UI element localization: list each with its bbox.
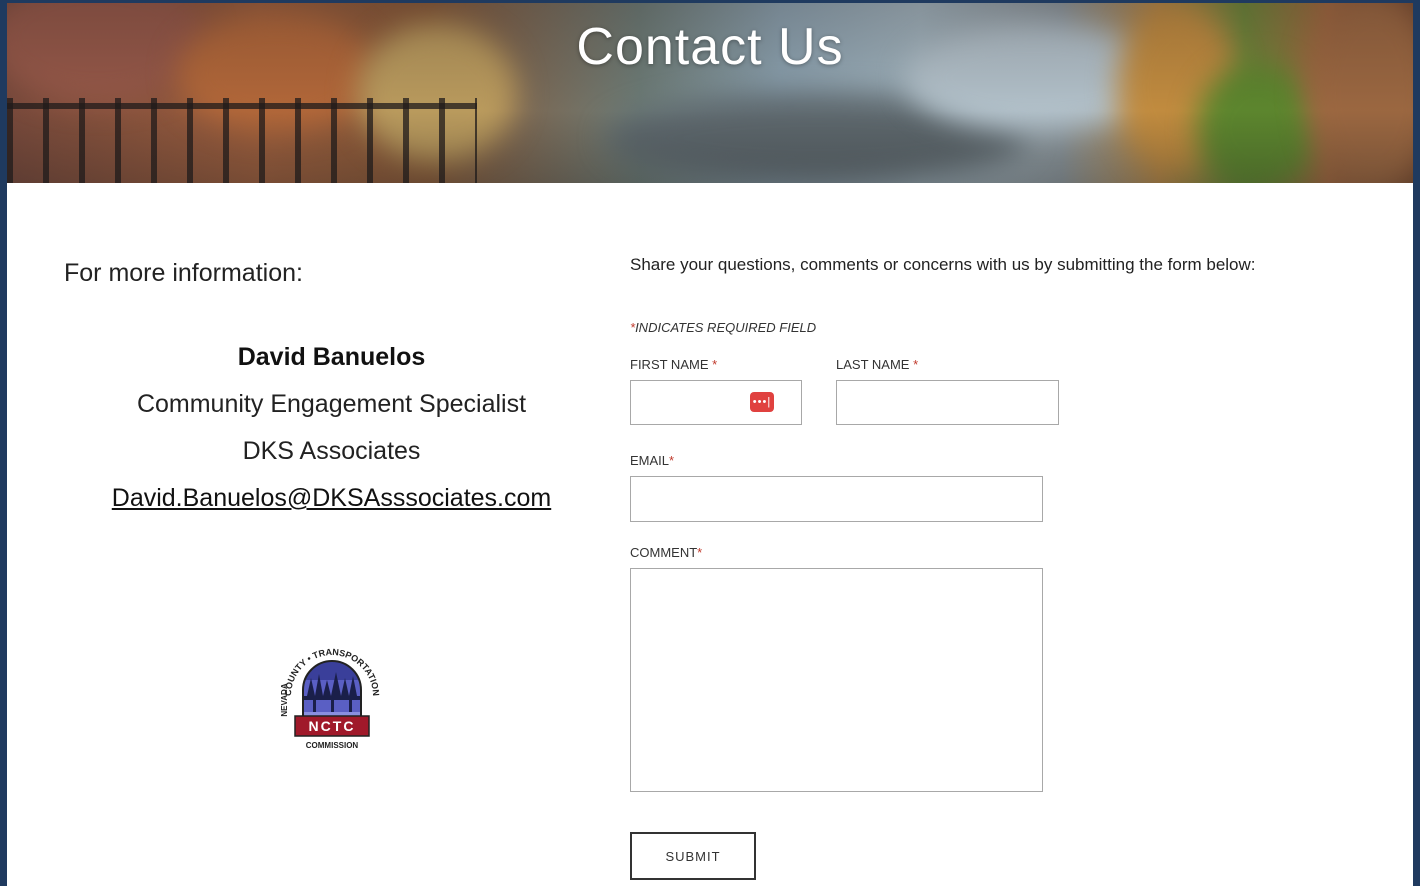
contact-info-column: For more information: David Banuelos Com…	[64, 253, 599, 512]
comment-textarea[interactable]	[631, 569, 1042, 791]
first-name-label: FIRST NAME *	[630, 357, 717, 372]
submit-button[interactable]: SUBMIT	[630, 832, 756, 880]
last-name-label: LAST NAME *	[836, 357, 918, 372]
nctc-logo: COUNTY • TRANSPORTATION NEVADA NCTC COMM…	[280, 647, 381, 750]
first-name-field[interactable]: •••|	[630, 380, 802, 425]
email-field[interactable]	[630, 476, 1043, 522]
required-star: *	[913, 357, 919, 372]
email-label: EMAIL*	[630, 453, 674, 468]
required-star: *	[712, 357, 718, 372]
first-name-input[interactable]	[631, 381, 801, 424]
comment-label-text: COMMENT	[630, 545, 698, 560]
email-label-text: EMAIL	[630, 453, 670, 468]
contact-role: Community Engagement Specialist	[136, 390, 527, 418]
required-star: *	[697, 545, 703, 560]
logo-badge-text: NCTC	[309, 718, 356, 734]
required-note: *INDICATES REQUIRED FIELD	[630, 320, 816, 335]
more-info-heading: For more information:	[64, 259, 303, 287]
email-input[interactable]	[631, 477, 1042, 521]
last-name-field[interactable]	[836, 380, 1059, 425]
comment-field[interactable]	[630, 568, 1043, 792]
logo-left-text: NEVADA	[280, 683, 289, 716]
logo-bottom-text: COMMISSION	[306, 741, 359, 750]
form-intro: Share your questions, comments or concer…	[630, 255, 1256, 274]
comment-label: COMMENT*	[630, 545, 702, 560]
contact-name: David Banuelos	[237, 343, 426, 371]
first-name-label-text: FIRST NAME	[630, 357, 709, 372]
last-name-label-text: LAST NAME	[836, 357, 910, 372]
password-manager-icon[interactable]: •••|	[750, 392, 774, 412]
hero-banner: Contact Us	[7, 3, 1413, 183]
contact-company: DKS Associates	[242, 437, 421, 465]
page-title: Contact Us	[576, 18, 844, 76]
last-name-input[interactable]	[837, 381, 1058, 424]
page-frame: Contact Us For more information: David B…	[7, 3, 1413, 886]
contact-card: David Banuelos Community Engagement Spec…	[64, 341, 599, 514]
required-note-text: INDICATES REQUIRED FIELD	[635, 320, 817, 335]
required-star: *	[669, 453, 675, 468]
contact-email-link[interactable]: David.Banuelos@DKSAsssociates.com	[112, 482, 551, 514]
logo-scene	[303, 661, 361, 722]
contact-form: Share your questions, comments or concer…	[630, 255, 1390, 880]
